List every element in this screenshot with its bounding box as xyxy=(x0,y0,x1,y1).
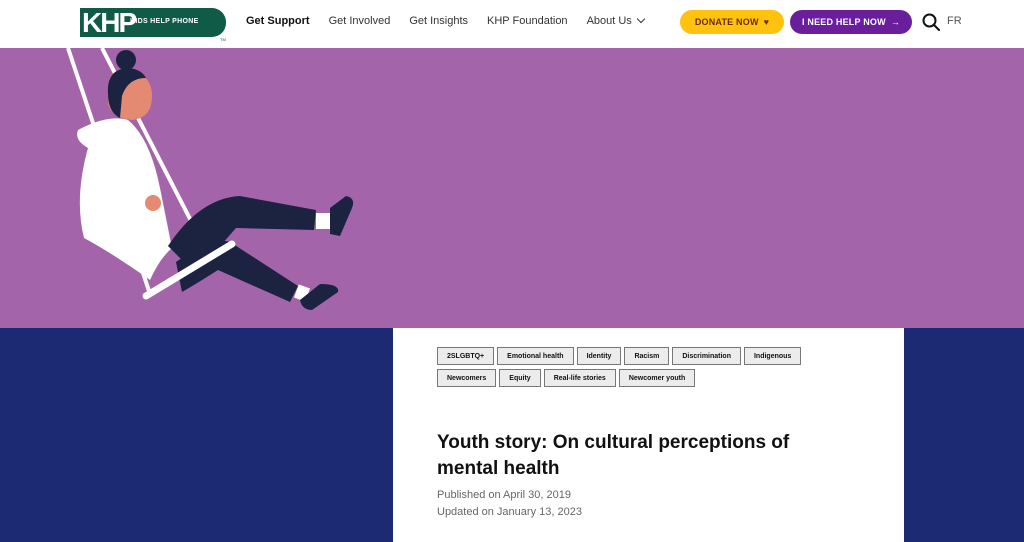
tag-emotional-health[interactable]: Emotional health xyxy=(497,347,574,365)
updated-date: Updated on January 13, 2023 xyxy=(437,506,582,518)
kids-help-phone-logo[interactable]: KHP KIDS HELP PHONE TM xyxy=(80,7,227,42)
language-toggle[interactable]: FR xyxy=(947,15,962,27)
need-help-now-label: I NEED HELP NOW xyxy=(801,17,886,27)
hero-banner xyxy=(0,48,1024,328)
tag-real-life-stories[interactable]: Real-life stories xyxy=(543,369,616,387)
tag-newcomer-youth[interactable]: Newcomer youth xyxy=(618,369,696,387)
nav-about-us[interactable]: About Us xyxy=(586,14,646,27)
nav-khp-foundation[interactable]: KHP Foundation xyxy=(487,15,568,27)
search-icon[interactable] xyxy=(922,13,940,31)
tag-row-2: Newcomers Equity Real-life stories Newco… xyxy=(437,369,827,387)
tag-newcomers[interactable]: Newcomers xyxy=(437,369,497,387)
donate-now-button[interactable]: DONATE NOW ♥ xyxy=(680,10,784,34)
tag-equity[interactable]: Equity xyxy=(499,369,541,387)
need-help-now-button[interactable]: I NEED HELP NOW → xyxy=(790,10,912,34)
arrow-right-icon: → xyxy=(890,17,901,27)
logo-letters: KHP xyxy=(80,7,137,38)
tag-2slgbtq[interactable]: 2SLGBTQ+ xyxy=(437,347,495,365)
swing-illustration xyxy=(66,48,354,310)
main-nav: Get Support Get Involved Get Insights KH… xyxy=(246,14,646,27)
donate-now-label: DONATE NOW xyxy=(694,17,759,27)
article-title: Youth story: On cultural perceptions of … xyxy=(437,432,790,479)
site-header: KHP KIDS HELP PHONE TM Get Support Get I… xyxy=(0,0,1024,48)
tag-list: 2SLGBTQ+ Emotional health Identity Racis… xyxy=(437,347,827,391)
tag-row-1: 2SLGBTQ+ Emotional health Identity Racis… xyxy=(437,347,827,365)
tag-racism[interactable]: Racism xyxy=(624,347,670,365)
tag-discrimination[interactable]: Discrimination xyxy=(672,347,741,365)
published-date: Published on April 30, 2019 xyxy=(437,489,571,501)
logo-trademark: TM xyxy=(220,37,226,42)
chevron-down-icon xyxy=(636,14,646,24)
tag-indigenous[interactable]: Indigenous xyxy=(743,347,802,365)
nav-get-support[interactable]: Get Support xyxy=(246,15,310,27)
nav-about-us-label: About Us xyxy=(586,15,632,27)
tag-identity[interactable]: Identity xyxy=(576,347,622,365)
nav-get-insights[interactable]: Get Insights xyxy=(409,15,468,27)
heart-icon: ♥ xyxy=(763,17,770,27)
nav-get-involved[interactable]: Get Involved xyxy=(329,15,391,27)
logo-text: KIDS HELP PHONE xyxy=(130,18,199,25)
